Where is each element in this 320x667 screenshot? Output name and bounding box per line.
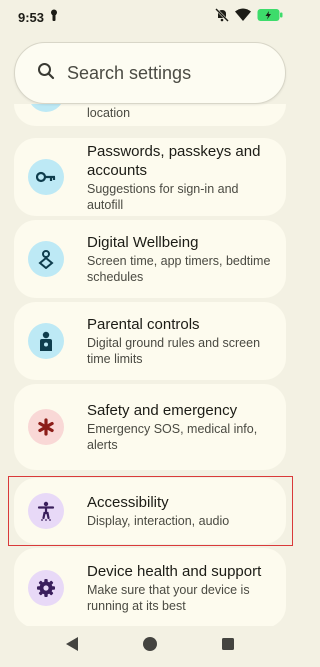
settings-item-digital-wellbeing[interactable]: Digital Wellbeing Screen time, app timer… xyxy=(14,220,286,298)
settings-item-subtitle: On 7 / 7 apps have access to location xyxy=(87,106,131,120)
recents-button[interactable] xyxy=(217,636,239,658)
location-icon xyxy=(28,104,64,112)
status-right xyxy=(215,7,283,27)
settings-item-subtitle: Suggestions for sign-in and autofill xyxy=(87,181,239,212)
settings-item-parental-controls[interactable]: Parental controls Digital ground rules a… xyxy=(14,302,286,380)
settings-item-passwords[interactable]: Passwords, passkeys and accounts Suggest… xyxy=(14,138,286,216)
status-time: 9:53 xyxy=(18,9,45,25)
parental-icon xyxy=(28,323,64,359)
settings-item-title: Parental controls xyxy=(87,316,200,333)
emergency-icon xyxy=(28,409,64,445)
search-icon xyxy=(37,62,55,85)
settings-item-subtitle: Emergency SOS, medical info, alerts xyxy=(87,422,258,452)
wifi-icon xyxy=(235,8,251,26)
settings-item-title: Digital Wellbeing xyxy=(87,234,199,251)
navigation-bar xyxy=(0,626,300,667)
accessibility-icon xyxy=(28,493,64,529)
status-bar: 9:53 xyxy=(0,0,300,34)
mute-icon xyxy=(215,7,229,27)
back-button[interactable] xyxy=(61,636,83,658)
settings-item-subtitle: Display, interaction, audio xyxy=(87,514,230,528)
status-left: 9:53 xyxy=(18,9,58,25)
back-icon xyxy=(65,636,79,657)
settings-item-accessibility[interactable]: Accessibility Display, interaction, audi… xyxy=(14,478,286,544)
home-button[interactable] xyxy=(139,636,161,658)
settings-item-location[interactable]: On 7 / 7 apps have access to location xyxy=(14,104,286,126)
gear-icon xyxy=(28,570,64,606)
settings-item-device-health[interactable]: Device health and support Make sure that… xyxy=(14,548,286,626)
wellbeing-icon xyxy=(28,241,64,277)
settings-item-subtitle: Digital ground rules and screen time lim… xyxy=(87,336,261,366)
keyhole-icon xyxy=(50,9,58,25)
settings-item-subtitle: Make sure that your device is running at… xyxy=(87,583,250,613)
settings-list[interactable]: On 7 / 7 apps have access to location Pa… xyxy=(14,104,286,626)
settings-item-title: Accessibility xyxy=(87,494,169,511)
settings-item-title: Passwords, passkeys and accounts xyxy=(87,142,261,179)
key-icon xyxy=(28,159,64,195)
settings-item-subtitle: Screen time, app timers, bedtime schedul… xyxy=(87,254,271,284)
battery-icon xyxy=(257,8,283,27)
settings-item-safety-emergency[interactable]: Safety and emergency Emergency SOS, medi… xyxy=(14,384,286,470)
settings-item-title: Safety and emergency xyxy=(87,402,238,419)
search-bar[interactable] xyxy=(14,42,286,104)
home-icon xyxy=(142,636,158,657)
settings-item-title: Device health and support xyxy=(87,563,262,580)
search-input[interactable] xyxy=(67,62,267,84)
recents-icon xyxy=(221,637,235,656)
